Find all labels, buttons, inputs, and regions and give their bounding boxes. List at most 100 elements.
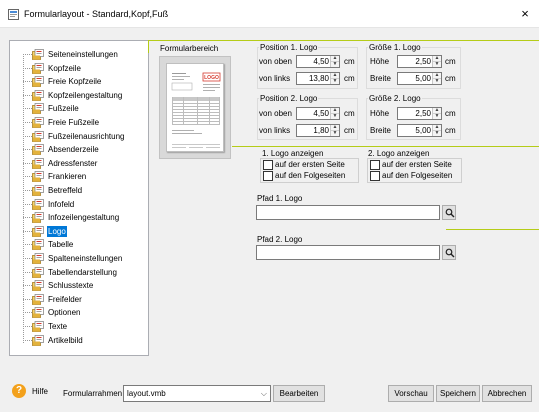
logo2-top-value: 4,50 <box>313 109 329 118</box>
tree-connector <box>23 135 32 137</box>
tree-item[interactable]: Kopfzeile <box>10 62 148 75</box>
logo1-top-spinner[interactable]: 4,50 ▲ ▼ <box>296 55 340 68</box>
tree-item[interactable]: Texte <box>10 320 148 333</box>
help-label[interactable]: Hilfe <box>32 387 48 396</box>
logo2-height-spinner[interactable]: 2,50 ▲ ▼ <box>397 107 442 120</box>
tree-item-label: Optionen <box>48 308 81 318</box>
tree-item[interactable]: Adressfenster <box>10 157 148 170</box>
logo1-first-page-checkbox[interactable] <box>263 160 273 170</box>
path-logo2-input[interactable] <box>256 245 440 260</box>
path-logo2-label: Pfad 2. Logo <box>257 235 303 244</box>
tree-item[interactable]: Spalteneinstellungen <box>10 252 148 265</box>
logo2-width-unit: cm <box>445 126 456 135</box>
callout-line <box>148 40 539 41</box>
help-icon[interactable]: ? <box>12 384 26 398</box>
chevron-down-icon[interactable]: ⌵ <box>261 389 267 399</box>
spinner-arrows[interactable]: ▲ ▼ <box>432 56 441 67</box>
tree-item[interactable]: Freifelder <box>10 293 148 306</box>
path-logo2-browse-button[interactable] <box>442 245 456 260</box>
tree-item[interactable]: Tabellendarstellung <box>10 266 148 279</box>
tree-item-label: Betreffeld <box>48 186 83 195</box>
logo1-width-unit: cm <box>445 74 456 83</box>
tree-item-label: Absenderzeile <box>48 145 99 155</box>
save-button[interactable]: Speichern <box>436 385 480 402</box>
callout-line <box>148 40 149 53</box>
spinner-arrows[interactable]: ▲ ▼ <box>432 73 441 84</box>
spinner-arrows[interactable]: ▲ ▼ <box>330 108 339 119</box>
form-folder-icon <box>32 49 44 60</box>
spinner-arrows[interactable]: ▲ ▼ <box>330 73 339 84</box>
tree-item[interactable]: Logo <box>10 225 148 238</box>
tree-item[interactable]: Schlusstexte <box>10 279 148 292</box>
logo2-top-spinner[interactable]: 4,50 ▲ ▼ <box>296 107 340 120</box>
logo-placeholder-text: LOGO <box>204 75 219 81</box>
logo1-left-value: 13,80 <box>308 74 329 83</box>
tree-connector <box>23 230 32 232</box>
tree-item[interactable]: Betreffeld <box>10 184 148 197</box>
settings-tree[interactable]: Seiteneinstellungen Kopfzeile Freie Kopfze… <box>9 40 149 356</box>
logo2-left-spinner[interactable]: 1,80 ▲ ▼ <box>296 124 340 137</box>
tree-item[interactable]: Freie Fußzeile <box>10 116 148 129</box>
tree-item[interactable]: Kopfzeilengestaltung <box>10 89 148 102</box>
tree-connector <box>23 285 32 287</box>
logo1-left-unit: cm <box>344 74 355 83</box>
spinner-arrows[interactable]: ▲ ▼ <box>432 108 441 119</box>
preview-button[interactable]: Vorschau <box>388 385 434 402</box>
cancel-button[interactable]: Abbrechen <box>482 385 532 402</box>
tree-item[interactable]: Fußzeile <box>10 102 148 115</box>
edit-button[interactable]: Bearbeiten <box>273 385 325 402</box>
path-logo1-browse-button[interactable] <box>442 205 456 220</box>
tree-connector <box>23 94 32 96</box>
form-folder-icon <box>32 293 44 305</box>
form-folder-icon <box>32 239 44 251</box>
logo2-first-page-checkbox[interactable] <box>370 160 380 170</box>
tree-connector <box>23 244 32 246</box>
logo2-left-label: von links <box>259 126 291 135</box>
logo1-height-label: Höhe <box>370 57 390 66</box>
tree-item[interactable]: Artikelbild <box>10 334 148 347</box>
logo2-next-pages-checkbox[interactable] <box>370 171 380 181</box>
preview-label: Formularbereich <box>160 44 219 53</box>
spinner-arrows[interactable]: ▲ ▼ <box>330 125 339 136</box>
close-button[interactable]: × <box>511 0 539 28</box>
logo2-width-spinner[interactable]: 5,00 ▲ ▼ <box>397 124 442 137</box>
tree-item[interactable]: Seiteneinstellungen <box>10 48 148 61</box>
form-folder-icon <box>32 130 44 142</box>
tree-item[interactable]: Frankieren <box>10 170 148 183</box>
logo2-height-label: Höhe <box>370 109 390 118</box>
tree-item-label: Seiteneinstellungen <box>48 50 118 59</box>
tree-connector <box>23 149 32 151</box>
tree-item[interactable]: Fußzeilenausrichtung <box>10 130 148 143</box>
logo1-top-label: von oben <box>259 57 292 66</box>
logo2-next-pages-label: auf den Folgeseiten <box>382 171 453 180</box>
spinner-arrows[interactable]: ▲ ▼ <box>330 56 339 67</box>
position-logo2-title: Position 2. Logo <box>259 94 319 103</box>
tree-item[interactable]: Tabelle <box>10 238 148 251</box>
path-logo1-label: Pfad 1. Logo <box>257 194 303 203</box>
logo1-width-spinner[interactable]: 5,00 ▲ ▼ <box>397 72 442 85</box>
tree-item[interactable]: Infofeld <box>10 198 148 211</box>
preview-page-drawing: LOGO <box>171 72 221 148</box>
tree-item[interactable]: Infozeilengestaltung <box>10 211 148 224</box>
logo1-height-spinner[interactable]: 2,50 ▲ ▼ <box>397 55 442 68</box>
frame-select[interactable]: layout.vmb ⌵ <box>123 385 271 402</box>
tree-item[interactable]: Optionen <box>10 306 148 319</box>
logo1-top-value: 4,50 <box>313 57 329 66</box>
spinner-arrows[interactable]: ▲ ▼ <box>432 125 441 136</box>
tree-item[interactable]: Freie Kopfzeile <box>10 75 148 88</box>
form-folder-icon <box>32 103 44 115</box>
tree-item-label: Freie Kopfzeile <box>48 77 102 87</box>
logo1-left-spinner[interactable]: 13,80 ▲ ▼ <box>296 72 340 85</box>
show-logo2-title: 2. Logo anzeigen <box>368 149 430 158</box>
form-folder-icon <box>32 157 44 169</box>
path-logo1-input[interactable] <box>256 205 440 220</box>
tree-connector <box>23 162 32 164</box>
tree-connector <box>23 108 32 110</box>
form-folder-icon <box>32 225 44 237</box>
tree-item[interactable]: Absenderzeile <box>10 143 148 156</box>
tree-item-label: Texte <box>48 322 68 331</box>
form-folder-icon <box>32 76 44 88</box>
tree-connector <box>23 271 32 273</box>
logo1-height-unit: cm <box>445 57 456 66</box>
logo1-next-pages-checkbox[interactable] <box>263 171 273 181</box>
